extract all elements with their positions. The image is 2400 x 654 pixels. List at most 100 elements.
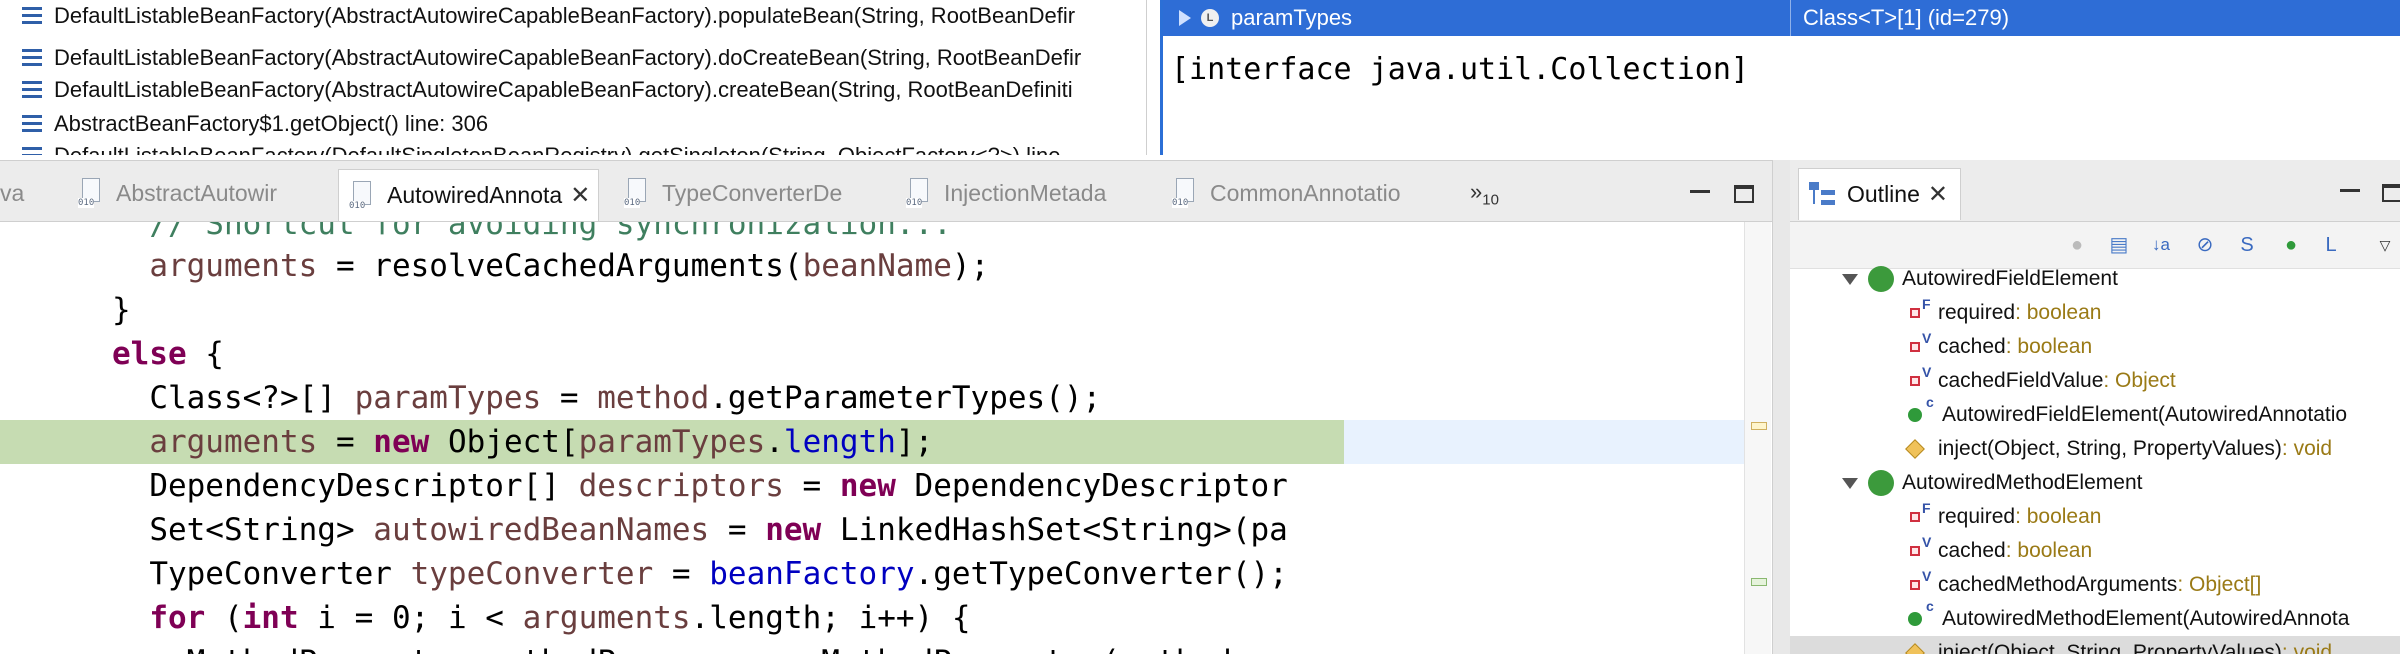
- outline-constructor[interactable]: c AutowiredFieldElement(AutowiredAnnotat…: [1908, 394, 2348, 432]
- variable-name-cell: L paramTypes: [1163, 0, 1791, 36]
- outline-class-node[interactable]: AutowiredFieldElement: [1842, 262, 2118, 296]
- stack-frame-label: AbstractBeanFactory$1.getObject() line: …: [54, 111, 489, 136]
- focus-icon[interactable]: ●: [2066, 234, 2088, 256]
- variable-row-selected[interactable]: L paramTypes Class<T>[1] (id=279): [1163, 0, 2400, 36]
- expander-open-icon[interactable]: [1842, 273, 1858, 285]
- package-method-icon: [1905, 439, 1925, 459]
- tab-label: va: [0, 179, 25, 206]
- tab-label: CommonAnnotatio: [1210, 179, 1401, 206]
- code-line: TypeConverter typeConverter = beanFactor…: [0, 552, 1770, 596]
- outline-item-type: : boolean: [2015, 301, 2102, 324]
- tab-autowired-annotation[interactable]: 010 AutowiredAnnota ✕: [338, 169, 600, 221]
- minimize-icon[interactable]: [2340, 182, 2360, 192]
- stack-frame[interactable]: DefaultListableBeanFactory(AbstractAutow…: [0, 42, 1146, 74]
- stack-frame[interactable]: AbstractBeanFactory$1.getObject() line: …: [0, 108, 1146, 140]
- code-token: =: [709, 512, 766, 548]
- code-token: = resolveCachedArguments(: [317, 248, 803, 284]
- editor-tab-bar: va 010 AbstractAutowir 010 AutowiredAnno…: [0, 160, 1790, 222]
- code-line: arguments = resolveCachedArguments(beanN…: [0, 244, 1770, 288]
- code-keyword: for: [149, 600, 206, 636]
- private-field-icon: V: [1910, 568, 1931, 590]
- tab-label: AutowiredAnnota: [387, 182, 563, 208]
- stack-frame[interactable]: DefaultListableBeanFactory(AbstractAutow…: [0, 74, 1146, 106]
- outline-item-label: AutowiredMethodElement(AutowiredAnnota: [1942, 607, 2350, 630]
- expand-arrow-icon[interactable]: [1179, 10, 1191, 26]
- outline-tab-bar: Outline ✕: [1790, 160, 2400, 222]
- code-token: .length; i++) {: [690, 600, 971, 636]
- hide-static-icon[interactable]: S: [2236, 234, 2258, 256]
- outline-method[interactable]: inject(Object, String, PropertyValues) :…: [1905, 432, 2332, 466]
- private-field-icon: V: [1910, 364, 1931, 386]
- code-token: method: [597, 380, 710, 416]
- class-file-bits: 010: [349, 200, 366, 211]
- outline-method-selected[interactable]: inject(Object, String, PropertyValues) :…: [1790, 636, 2400, 654]
- code-keyword: int: [242, 600, 299, 636]
- tab-outline[interactable]: Outline ✕: [1798, 168, 1961, 220]
- tab-injection-metadata[interactable]: 010 InjectionMetada: [906, 171, 1106, 215]
- maximize-icon[interactable]: [2382, 184, 2400, 202]
- code-keyword: new: [839, 468, 896, 504]
- hide-fields-icon[interactable]: ⊘: [2194, 234, 2216, 256]
- code-token: .getParameterTypes();: [709, 380, 1102, 416]
- variable-detail-pane[interactable]: [interface java.util.Collection]: [1171, 52, 1749, 87]
- field-modifier: F: [1922, 500, 1931, 516]
- hide-local-types-icon[interactable]: L: [2320, 234, 2342, 256]
- outline-field[interactable]: F required : boolean: [1910, 296, 2101, 330]
- stack-frame[interactable]: DefaultListableBeanFactory(DefaultSingle…: [0, 140, 1146, 155]
- code-token: .: [765, 424, 784, 460]
- maximize-icon[interactable]: [1734, 185, 1754, 203]
- code-token: }: [111, 292, 131, 328]
- tab-abstract-autowire[interactable]: 010 AbstractAutowir: [78, 171, 277, 215]
- outline-field[interactable]: V cached : boolean: [1910, 534, 2092, 568]
- class-file-bits: 010: [906, 198, 923, 208]
- code-line: // Shortcut for avoiding synchronization…: [0, 222, 1770, 246]
- close-icon[interactable]: ✕: [1928, 180, 1948, 209]
- more-tabs-button[interactable]: »10: [1470, 179, 1499, 208]
- private-field-icon: V: [1910, 534, 1931, 556]
- outline-item-type: : Object: [2103, 369, 2176, 392]
- expander-open-icon[interactable]: [1842, 477, 1858, 489]
- ctor-modifier: c: [1926, 598, 1934, 614]
- outline-icon: [1809, 181, 1835, 208]
- code-line: MethodParameter methodParam = new Method…: [0, 640, 1770, 654]
- stack-frame-label: DefaultListableBeanFactory(AbstractAutow…: [54, 77, 1073, 102]
- view-menu-icon[interactable]: ▽: [2374, 234, 2396, 256]
- outline-constructor[interactable]: c AutowiredMethodElement(AutowiredAnnota: [1908, 598, 2350, 636]
- code-token: Object[: [429, 424, 579, 460]
- stack-frame-icon: [22, 115, 42, 133]
- class-file-icon: 010: [349, 180, 375, 211]
- class-icon: [1868, 470, 1894, 496]
- outline-item-label: cachedFieldValue: [1938, 369, 2104, 392]
- outline-title: Outline: [1847, 181, 1920, 207]
- code-token: beanName: [802, 248, 952, 284]
- hide-nonpublic-icon[interactable]: ●: [2280, 234, 2302, 256]
- tab-java[interactable]: va: [0, 171, 24, 215]
- outline-item-type: : boolean: [2005, 335, 2093, 358]
- collapse-all-icon[interactable]: ▤: [2108, 234, 2130, 256]
- outline-item-label: AutowiredFieldElement(AutowiredAnnotatio: [1942, 403, 2348, 426]
- ruler-occurrence-mark[interactable]: [1751, 422, 1767, 430]
- more-tabs-icon: »: [1470, 179, 1483, 204]
- outline-field[interactable]: V cached : boolean: [1910, 330, 2092, 364]
- field-modifier: V: [1922, 330, 1932, 346]
- stack-frame[interactable]: DefaultListableBeanFactory(AbstractAutow…: [0, 0, 1146, 32]
- outline-field[interactable]: V cachedFieldValue : Object: [1910, 364, 2176, 398]
- tab-common-annotation[interactable]: 010 CommonAnnotatio: [1172, 171, 1401, 215]
- pane-splitter[interactable]: [1772, 160, 1791, 654]
- stack-frame-icon: [22, 81, 42, 99]
- outline-item-type: : boolean: [2005, 539, 2093, 562]
- code-editor[interactable]: // Shortcut for avoiding synchronization…: [0, 222, 1770, 654]
- code-token: =: [653, 556, 710, 592]
- minimize-icon[interactable]: [1690, 183, 1710, 193]
- outline-field[interactable]: V cachedMethodArguments : Object[]: [1910, 568, 2261, 602]
- package-method-icon: [1905, 643, 1925, 654]
- overview-ruler[interactable]: [1744, 222, 1771, 654]
- code-field: beanFactory: [709, 556, 915, 592]
- tab-type-converter[interactable]: 010 TypeConverterDe: [624, 171, 842, 215]
- close-icon[interactable]: ✕: [570, 181, 590, 210]
- outline-class-node[interactable]: AutowiredMethodElement: [1842, 466, 2142, 500]
- sort-icon[interactable]: ↓a: [2150, 234, 2172, 256]
- outline-field[interactable]: F required : boolean: [1910, 500, 2101, 534]
- ruler-occurrence-mark[interactable]: [1751, 578, 1767, 586]
- class-file-icon: 010: [624, 178, 650, 208]
